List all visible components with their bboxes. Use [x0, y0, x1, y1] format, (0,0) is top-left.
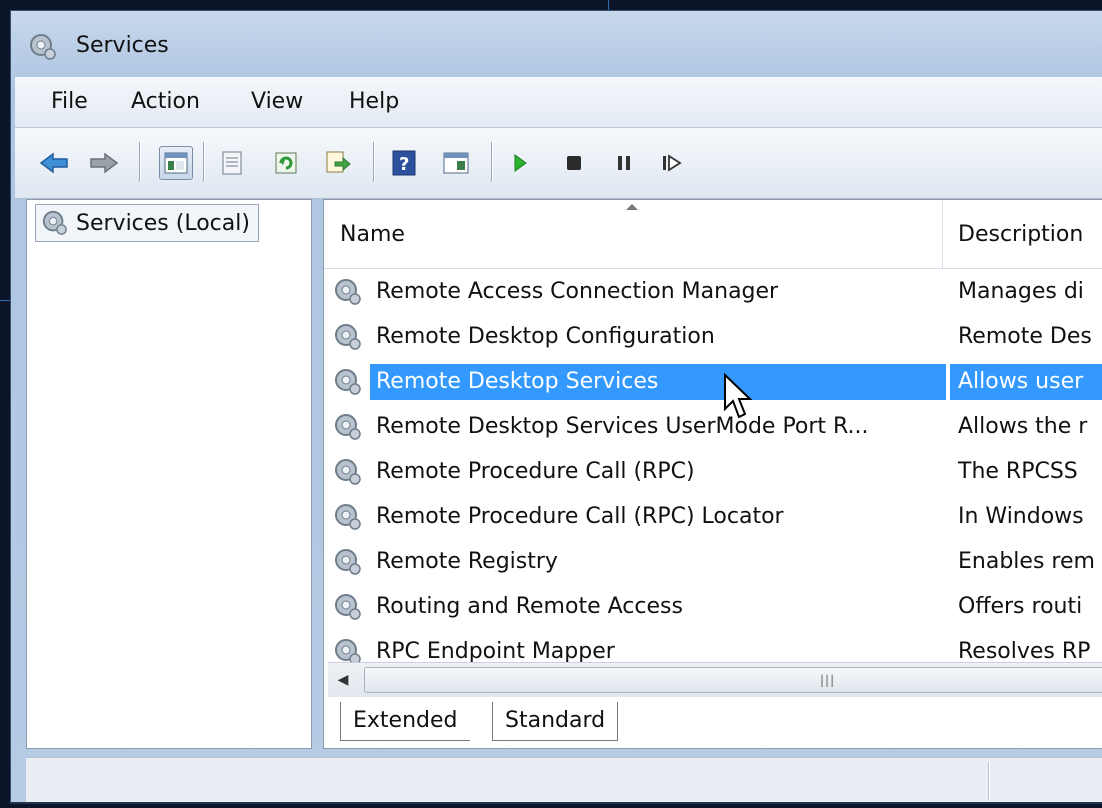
- service-name: Remote Registry: [376, 549, 558, 574]
- menu-bar: File Action View Help: [15, 77, 1102, 128]
- toolbar-separator: [203, 142, 205, 182]
- service-gear-icon: [335, 369, 361, 395]
- tab-standard[interactable]: Standard: [492, 702, 619, 741]
- service-description: The RPCSS: [958, 459, 1078, 484]
- service-gear-icon: [335, 414, 361, 440]
- export-list-icon[interactable]: [321, 146, 355, 180]
- resume-service-icon[interactable]: [655, 146, 689, 180]
- menu-help[interactable]: Help: [343, 87, 405, 116]
- service-description: Manages di: [958, 279, 1084, 304]
- mouse-cursor-icon: [724, 373, 753, 419]
- service-name: Remote Procedure Call (RPC) Locator: [376, 504, 784, 529]
- grip-icon: |||: [820, 673, 836, 687]
- tree-item-services-local[interactable]: Services (Local): [35, 204, 259, 242]
- service-gear-icon: [335, 324, 361, 350]
- view-tabs: Extended Standard: [324, 700, 1102, 746]
- console-tree: Services (Local): [26, 199, 312, 749]
- tree-item-label: Services (Local): [76, 210, 250, 236]
- svg-text:?: ?: [399, 154, 409, 175]
- menu-action[interactable]: Action: [125, 87, 206, 116]
- sort-ascending-icon: [626, 204, 638, 210]
- services-gear-icon: [42, 210, 67, 235]
- toolbar: ?: [15, 128, 1102, 199]
- service-gear-icon: [335, 549, 361, 575]
- service-description: Allows user: [950, 364, 1102, 400]
- service-description: Remote Des: [958, 324, 1092, 349]
- toolbar-separator: [139, 142, 141, 182]
- service-description: Allows the r: [958, 414, 1088, 439]
- service-name: Remote Desktop Configuration: [376, 324, 715, 349]
- column-header-description[interactable]: Description: [958, 222, 1083, 247]
- show-hide-action-pane-icon[interactable]: [439, 146, 473, 180]
- service-row[interactable]: Remote Procedure Call (RPC) The RPCSS: [324, 450, 1102, 494]
- service-name: Routing and Remote Access: [376, 594, 683, 619]
- column-header-name[interactable]: Name: [340, 222, 405, 247]
- service-row[interactable]: Remote Desktop Services Allows user: [324, 360, 1102, 404]
- service-gear-icon: [335, 594, 361, 620]
- column-divider[interactable]: [942, 200, 943, 268]
- service-gear-icon: [335, 279, 361, 305]
- service-description: In Windows: [958, 504, 1084, 529]
- menu-file[interactable]: File: [45, 87, 94, 116]
- pause-service-icon[interactable]: [607, 146, 641, 180]
- desktop-edge: [0, 300, 10, 301]
- properties-icon[interactable]: [215, 146, 249, 180]
- refresh-icon[interactable]: [269, 146, 303, 180]
- service-row[interactable]: Remote Registry Enables rem: [324, 540, 1102, 584]
- scrollbar-thumb[interactable]: |||: [364, 667, 1102, 693]
- service-row[interactable]: Remote Desktop Configuration Remote Des: [324, 315, 1102, 359]
- title-bar[interactable]: Services: [11, 11, 1102, 75]
- help-icon[interactable]: ?: [387, 146, 421, 180]
- service-description: Enables rem: [958, 549, 1095, 574]
- service-name: Remote Procedure Call (RPC): [376, 459, 695, 484]
- service-row[interactable]: Routing and Remote Access Offers routi: [324, 585, 1102, 629]
- toolbar-separator: [491, 142, 493, 182]
- service-gear-icon: [335, 504, 361, 530]
- menu-view[interactable]: View: [245, 87, 309, 116]
- service-row[interactable]: Remote Desktop Services UserMode Port R.…: [324, 405, 1102, 449]
- service-name: Remote Desktop Services: [370, 364, 946, 400]
- service-row[interactable]: Remote Access Connection Manager Manages …: [324, 270, 1102, 314]
- service-name: Remote Access Connection Manager: [376, 279, 779, 304]
- service-name: Remote Desktop Services UserMode Port R.…: [376, 414, 869, 439]
- window-title: Services: [76, 33, 169, 58]
- status-bar: [26, 757, 1102, 802]
- services-list-pane: Name Description Remote Access Connectio…: [323, 199, 1102, 749]
- back-icon[interactable]: [37, 146, 71, 180]
- status-divider: [988, 762, 990, 800]
- scroll-left-arrow-icon[interactable]: ◀: [332, 669, 354, 691]
- desktop-edge: [608, 0, 609, 10]
- services-window: Services File Action View Help ? Service…: [10, 10, 1102, 804]
- services-gear-icon: [30, 34, 56, 60]
- tab-extended[interactable]: Extended: [340, 702, 470, 741]
- service-row[interactable]: Remote Procedure Call (RPC) Locator In Wi…: [324, 495, 1102, 539]
- start-service-icon[interactable]: [503, 146, 537, 180]
- service-description: Offers routi: [958, 594, 1083, 619]
- service-gear-icon: [335, 459, 361, 485]
- show-hide-tree-icon[interactable]: [159, 146, 193, 180]
- list-header: Name Description: [324, 200, 1102, 269]
- stop-service-icon[interactable]: [557, 146, 591, 180]
- forward-icon[interactable]: [87, 146, 121, 180]
- horizontal-scrollbar[interactable]: ◀ |||: [328, 662, 1102, 697]
- toolbar-separator: [373, 142, 375, 182]
